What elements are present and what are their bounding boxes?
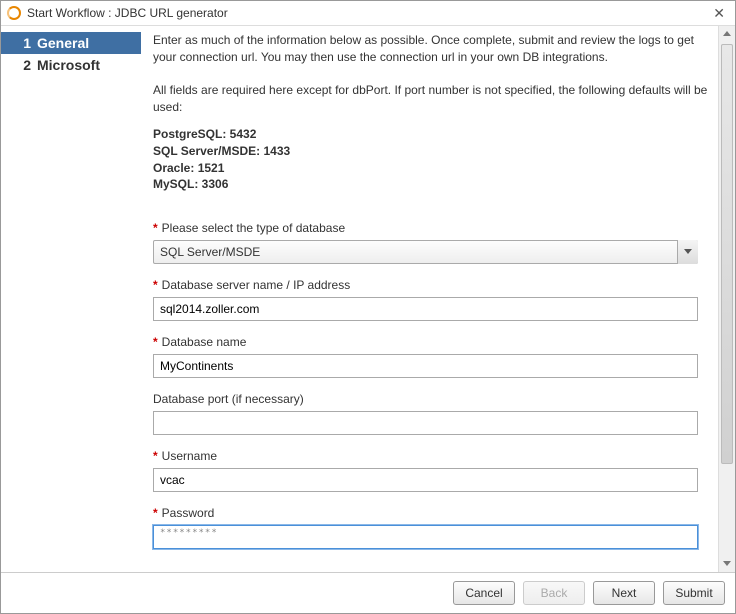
required-icon: * — [153, 449, 158, 463]
submit-button[interactable]: Submit — [663, 581, 725, 605]
default-sqlserver: SQL Server/MSDE: 1433 — [153, 143, 708, 160]
step-number: 2 — [15, 57, 31, 73]
dialog-footer: Cancel Back Next Submit — [1, 572, 735, 613]
step-label: General — [37, 35, 89, 51]
input-port[interactable] — [153, 411, 698, 435]
app-icon — [7, 6, 21, 20]
wizard-sidebar: 1 General 2 Microsoft — [1, 26, 141, 572]
label-dbname: * Database name — [153, 335, 708, 349]
field-port: Database port (if necessary) — [153, 392, 708, 435]
step-number: 1 — [15, 35, 31, 51]
select-dbtype[interactable]: SQL Server/MSDE — [153, 240, 698, 264]
label-server: * Database server name / IP address — [153, 278, 708, 292]
window-title: Start Workflow : JDBC URL generator — [27, 6, 709, 20]
required-icon: * — [153, 221, 158, 235]
select-dbtype-value[interactable]: SQL Server/MSDE — [153, 240, 698, 264]
intro-line1: Enter as much of the information below a… — [153, 33, 694, 64]
label-port: Database port (if necessary) — [153, 392, 708, 406]
chevron-down-icon[interactable] — [677, 240, 698, 264]
required-icon: * — [153, 335, 158, 349]
scroll-thumb[interactable] — [721, 44, 733, 464]
input-server[interactable] — [153, 297, 698, 321]
cancel-button[interactable]: Cancel — [453, 581, 515, 605]
scroll-up-icon[interactable] — [719, 26, 735, 42]
content-wrap: Enter as much of the information below a… — [141, 26, 735, 572]
form-content: Enter as much of the information below a… — [141, 26, 718, 572]
field-username: * Username — [153, 449, 708, 492]
titlebar: Start Workflow : JDBC URL generator ✕ — [1, 1, 735, 26]
intro-line2: All fields are required here except for … — [153, 83, 707, 114]
required-icon: * — [153, 506, 158, 520]
sidebar-step-general[interactable]: 1 General — [1, 32, 141, 54]
intro-text: Enter as much of the information below a… — [153, 32, 708, 116]
scrollbar[interactable] — [718, 26, 735, 572]
input-password[interactable]: ********* — [153, 525, 698, 549]
default-postgresql: PostgreSQL: 5432 — [153, 126, 708, 143]
dialog-window: Start Workflow : JDBC URL generator ✕ 1 … — [0, 0, 736, 614]
input-dbname[interactable] — [153, 354, 698, 378]
label-username: * Username — [153, 449, 708, 463]
field-server: * Database server name / IP address — [153, 278, 708, 321]
dialog-body: 1 General 2 Microsoft Enter as much of t… — [1, 26, 735, 572]
next-button[interactable]: Next — [593, 581, 655, 605]
label-password: * Password — [153, 506, 708, 520]
field-password: * Password ********* — [153, 506, 708, 549]
default-mysql: MySQL: 3306 — [153, 176, 708, 193]
label-dbtype: * Please select the type of database — [153, 221, 708, 235]
step-label: Microsoft — [37, 57, 100, 73]
field-dbtype: * Please select the type of database SQL… — [153, 221, 708, 264]
default-oracle: Oracle: 1521 — [153, 160, 708, 177]
back-button: Back — [523, 581, 585, 605]
sidebar-step-microsoft[interactable]: 2 Microsoft — [1, 54, 141, 76]
field-dbname: * Database name — [153, 335, 708, 378]
input-username[interactable] — [153, 468, 698, 492]
defaults-list: PostgreSQL: 5432 SQL Server/MSDE: 1433 O… — [153, 126, 708, 193]
close-icon[interactable]: ✕ — [709, 5, 729, 22]
scroll-down-icon[interactable] — [719, 556, 735, 572]
required-icon: * — [153, 278, 158, 292]
